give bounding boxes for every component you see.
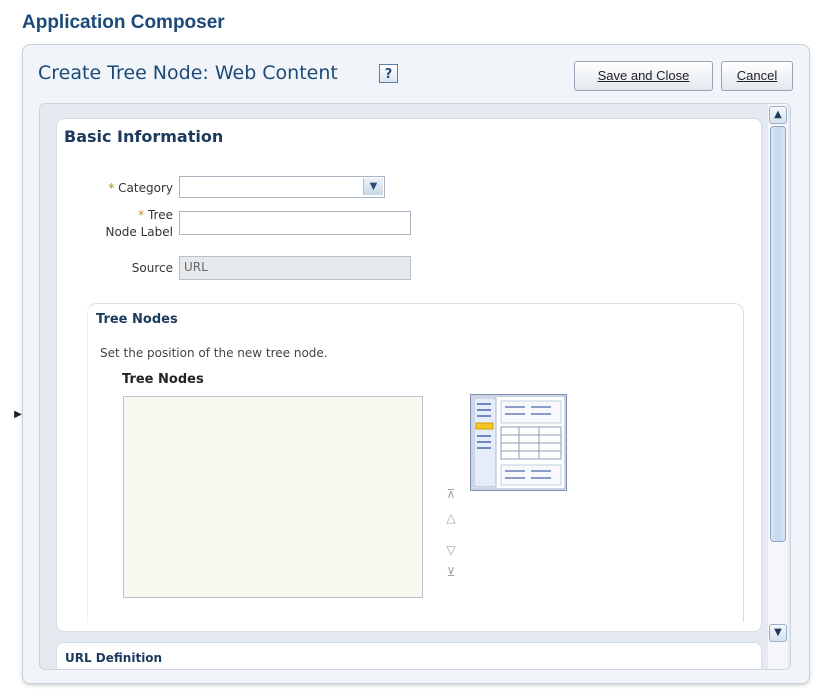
url-definition-title: URL Definition <box>65 651 163 665</box>
page-layout-preview-icon <box>470 394 567 491</box>
tree-node-label-label: * Tree Node Label <box>105 208 173 239</box>
triangle-right-icon: ▶ <box>14 409 22 420</box>
scrollbar-thumb[interactable] <box>770 126 786 542</box>
dialog-content: Basic Information * Category ▼ * Tree No… <box>39 103 791 670</box>
category-label: * Category <box>108 181 173 195</box>
help-icon[interactable]: ? <box>379 64 398 83</box>
required-marker: * <box>138 208 145 222</box>
tree-node-label-input[interactable] <box>179 211 411 235</box>
basic-information-title: Basic Information <box>64 127 224 146</box>
chevron-down-icon[interactable]: ▼ <box>769 624 787 642</box>
move-to-bottom-icon[interactable]: ⊻ <box>442 566 460 578</box>
tree-nodes-list-title: Tree Nodes <box>122 372 204 387</box>
source-label: Source <box>131 261 173 275</box>
move-to-top-icon[interactable]: ⊼ <box>442 488 460 500</box>
tree-nodes-section-title: Tree Nodes <box>96 312 178 327</box>
app-title: Application Composer <box>22 12 225 33</box>
url-definition-panel: URL Definition <box>56 642 762 669</box>
move-down-icon[interactable]: ▽ <box>442 544 460 556</box>
required-marker: * <box>108 181 115 195</box>
tree-nodes-panel: Tree Nodes Set the position of the new t… <box>87 303 744 622</box>
chevron-up-icon[interactable]: ▲ <box>769 106 787 124</box>
move-up-icon[interactable]: △ <box>442 512 460 524</box>
vertical-scrollbar[interactable]: ▲ ▼ <box>768 104 788 669</box>
cancel-button[interactable]: Cancel <box>721 61 793 91</box>
save-and-close-button[interactable]: Save and Close <box>574 61 713 91</box>
chevron-down-icon[interactable]: ▼ <box>363 178 383 195</box>
category-select[interactable]: ▼ <box>179 176 385 198</box>
tree-nodes-list[interactable] <box>123 396 423 598</box>
source-field: URL <box>179 256 411 280</box>
basic-information-panel: Basic Information * Category ▼ * Tree No… <box>56 118 762 632</box>
create-tree-node-dialog: Create Tree Node: Web Content ? Save and… <box>22 44 810 684</box>
dialog-title: Create Tree Node: Web Content <box>38 62 338 84</box>
tree-nodes-hint: Set the position of the new tree node. <box>100 346 328 360</box>
